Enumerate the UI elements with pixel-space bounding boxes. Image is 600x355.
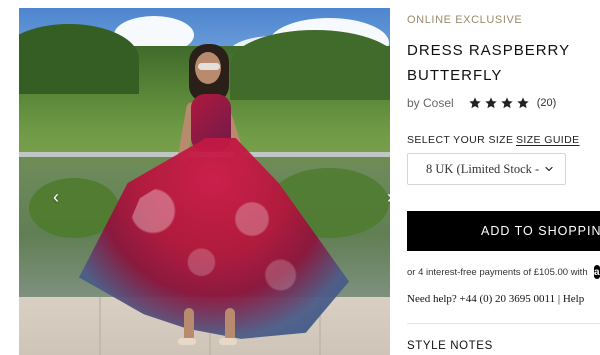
installments-row: or 4 interest-free payments of £105.00 w… [407,265,600,279]
chevron-down-icon [545,166,553,172]
product-title-line-2: BUTTERFLY [407,67,503,84]
product-info-panel: ONLINE EXCLUSIVE DRESS RASPBERRY BUTTERF… [407,0,600,355]
chevron-left-icon: ‹ [53,186,59,207]
model-leg-left [184,308,194,342]
star-icon [469,97,481,109]
select-size-label: SELECT YOUR SIZE [407,134,514,146]
model-shoe-right [219,338,237,345]
model-shoe-left [178,338,196,345]
online-exclusive-badge: ONLINE EXCLUSIVE [407,14,523,26]
installments-text: or 4 interest-free payments of £105.00 w… [407,266,588,278]
section-divider [407,323,600,324]
style-notes-heading[interactable]: STYLE NOTES [407,340,493,352]
reviews-count[interactable]: (20) [537,97,557,109]
star-icon [501,97,513,109]
add-to-shopping-button[interactable]: ADD TO SHOPPING [407,211,600,251]
brand-and-rating: by Cosel (20) [407,94,597,112]
product-image[interactable]: ‹ › [19,8,390,355]
product-title-line-1: DRESS RASPBERRY [407,42,571,59]
chevron-right-icon: › [387,187,390,208]
size-guide-link[interactable]: SIZE GUIDE [516,134,580,146]
product-title: DRESS RASPBERRY BUTTERFLY [407,38,597,88]
image-next-button[interactable]: › [379,186,390,208]
size-select-value: 8 UK (Limited Stock - [426,161,540,176]
payment-provider-logo[interactable]: a [593,265,600,279]
star-icon [485,97,497,109]
model-leg-right [225,308,235,342]
size-header: SELECT YOUR SIZE SIZE GUIDE [407,134,597,148]
rating-stars[interactable]: (20) [468,96,557,110]
image-prev-button[interactable]: ‹ [45,186,67,208]
size-select[interactable]: 8 UK (Limited Stock - [407,153,566,185]
star-icon [517,97,529,109]
image-deck-tile [99,297,101,355]
help-line[interactable]: Need help? +44 (0) 20 3695 0011 | Help [407,293,600,305]
sunglasses [198,63,220,70]
brand-label: by Cosel [407,96,454,110]
